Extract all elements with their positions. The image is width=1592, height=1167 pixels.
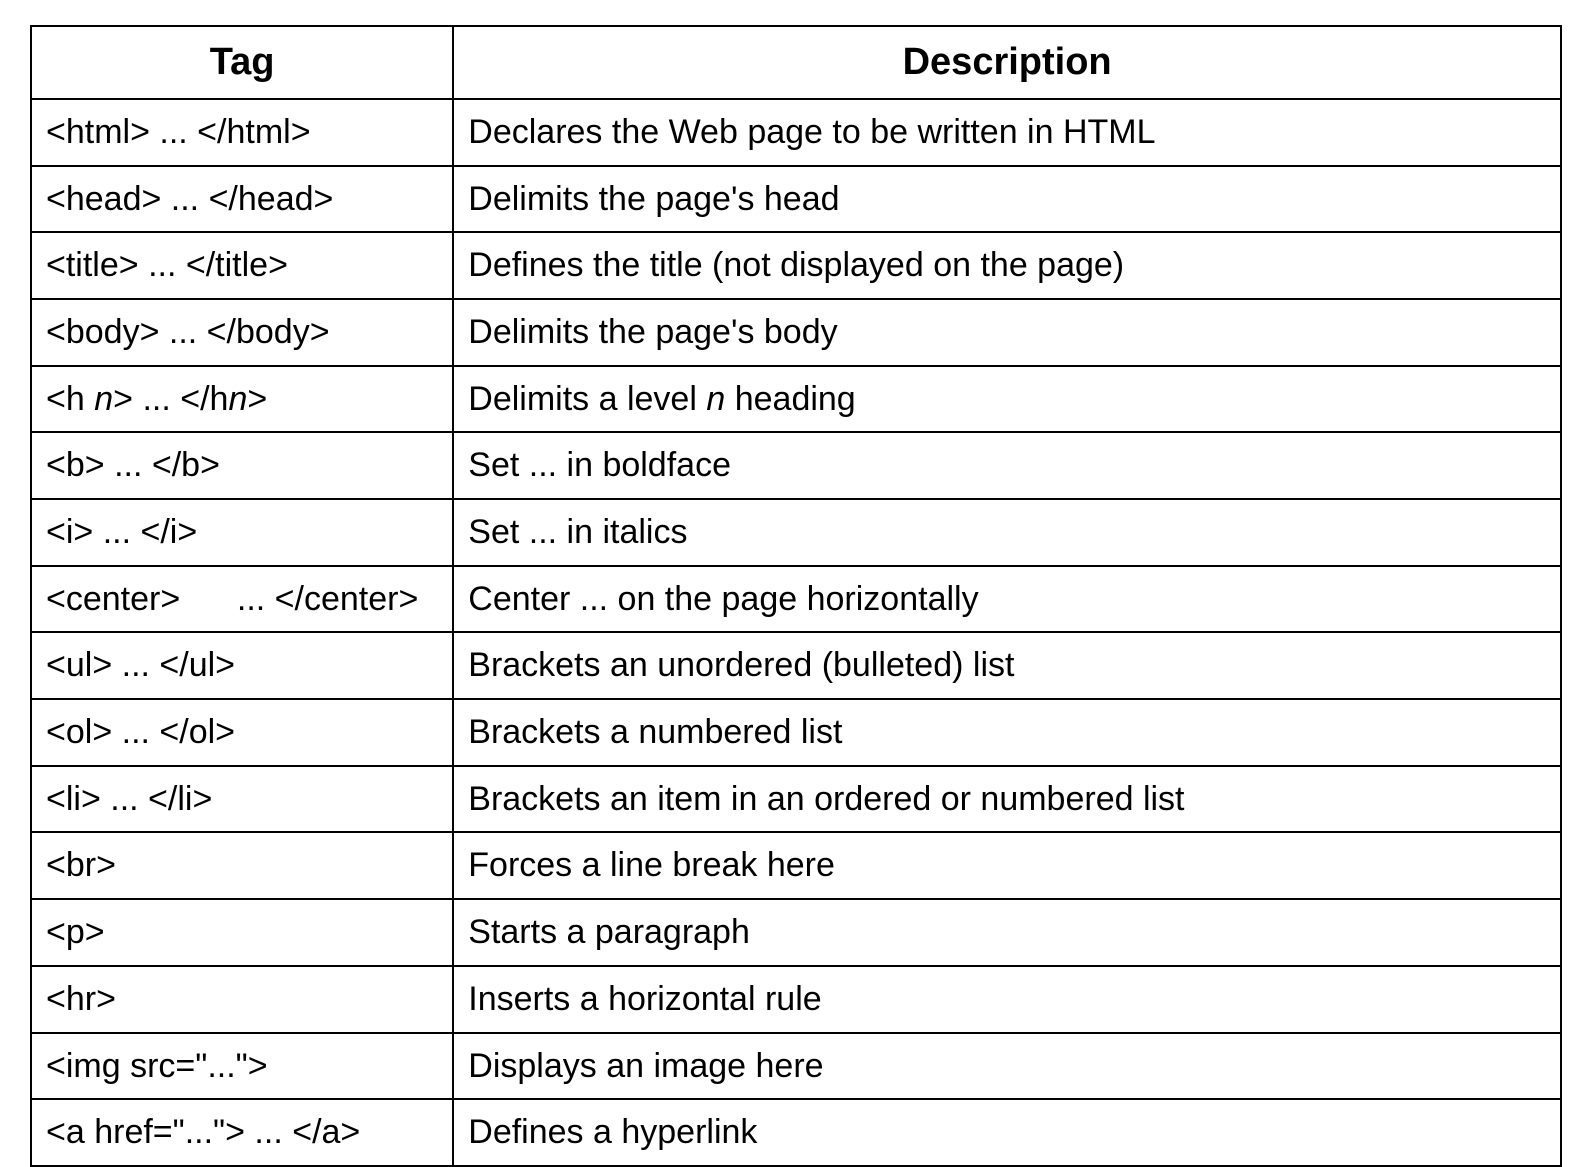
html-tags-table: Tag Description <html> ... </html> Decla… xyxy=(30,25,1562,1167)
table-row: <hr> Inserts a horizontal rule xyxy=(31,966,1561,1033)
tag-cell: <p> xyxy=(31,899,453,966)
desc-cell: Forces a line break here xyxy=(453,832,1561,899)
table-row: <center> ... </center> Center ... on the… xyxy=(31,566,1561,633)
desc-cell: Brackets an unordered (bulleted) list xyxy=(453,632,1561,699)
desc-cell: Set ... in boldface xyxy=(453,432,1561,499)
desc-cell: Starts a paragraph xyxy=(453,899,1561,966)
tag-cell: <b> ... </b> xyxy=(31,432,453,499)
table-row: <h n> ... </hn> Delimits a level n headi… xyxy=(31,366,1561,433)
tag-cell: <title> ... </title> xyxy=(31,232,453,299)
desc-cell: Delimits the page's body xyxy=(453,299,1561,366)
tag-cell: <hr> xyxy=(31,966,453,1033)
desc-cell: Center ... on the page horizontally xyxy=(453,566,1561,633)
table-header-row: Tag Description xyxy=(31,26,1561,99)
desc-cell: Defines the title (not displayed on the … xyxy=(453,232,1561,299)
tag-cell: <ol> ... </ol> xyxy=(31,699,453,766)
table-row: <html> ... </html> Declares the Web page… xyxy=(31,99,1561,166)
tag-cell: <ul> ... </ul> xyxy=(31,632,453,699)
desc-cell: Brackets an item in an ordered or number… xyxy=(453,766,1561,833)
desc-cell: Displays an image here xyxy=(453,1033,1561,1100)
desc-cell: Inserts a horizontal rule xyxy=(453,966,1561,1033)
table-row: <head> ... </head> Delimits the page's h… xyxy=(31,166,1561,233)
tag-cell: <br> xyxy=(31,832,453,899)
table-row: <body> ... </body> Delimits the page's b… xyxy=(31,299,1561,366)
table-row: <b> ... </b> Set ... in boldface xyxy=(31,432,1561,499)
tag-cell: <h n> ... </hn> xyxy=(31,366,453,433)
desc-cell: Set ... in italics xyxy=(453,499,1561,566)
table-row: <title> ... </title> Defines the title (… xyxy=(31,232,1561,299)
table-row: <li> ... </li> Brackets an item in an or… xyxy=(31,766,1561,833)
desc-cell: Defines a hyperlink xyxy=(453,1099,1561,1166)
table-row: <br> Forces a line break here xyxy=(31,832,1561,899)
tag-cell: <body> ... </body> xyxy=(31,299,453,366)
tag-cell: <html> ... </html> xyxy=(31,99,453,166)
tag-cell: <center> ... </center> xyxy=(31,566,453,633)
table-row: <i> ... </i> Set ... in italics xyxy=(31,499,1561,566)
table-row: <ol> ... </ol> Brackets a numbered list xyxy=(31,699,1561,766)
desc-cell: Delimits a level n heading xyxy=(453,366,1561,433)
header-tag: Tag xyxy=(31,26,453,99)
table-row: <p> Starts a paragraph xyxy=(31,899,1561,966)
desc-cell: Declares the Web page to be written in H… xyxy=(453,99,1561,166)
table-row: <ul> ... </ul> Brackets an unordered (bu… xyxy=(31,632,1561,699)
header-description: Description xyxy=(453,26,1561,99)
table-row: <a href="..."> ... </a> Defines a hyperl… xyxy=(31,1099,1561,1166)
tag-cell: <img src="..."> xyxy=(31,1033,453,1100)
tag-cell: <head> ... </head> xyxy=(31,166,453,233)
tag-cell: <a href="..."> ... </a> xyxy=(31,1099,453,1166)
desc-cell: Brackets a numbered list xyxy=(453,699,1561,766)
desc-cell: Delimits the page's head xyxy=(453,166,1561,233)
tag-cell: <i> ... </i> xyxy=(31,499,453,566)
tag-cell: <li> ... </li> xyxy=(31,766,453,833)
table-row: <img src="..."> Displays an image here xyxy=(31,1033,1561,1100)
